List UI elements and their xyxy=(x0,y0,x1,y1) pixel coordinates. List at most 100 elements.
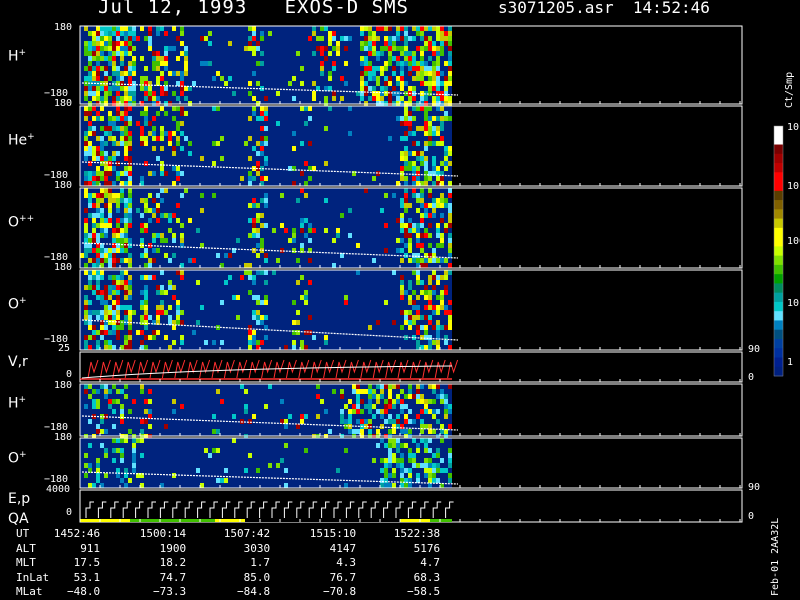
spectro-cell xyxy=(96,478,100,483)
spectro-cell xyxy=(368,46,372,51)
spectro-cell xyxy=(396,31,400,36)
spectro-cell xyxy=(120,31,124,36)
spectro-cell xyxy=(128,325,132,330)
spectro-cell xyxy=(104,41,108,46)
spectro-cell xyxy=(152,56,156,61)
ytick-top: 180 xyxy=(54,22,73,33)
spectro-cell xyxy=(128,131,132,136)
spectro-cell xyxy=(84,146,88,151)
spectro-cell xyxy=(448,71,452,76)
spectro-cell xyxy=(100,26,104,31)
spectro-cell xyxy=(428,116,432,121)
spectro-cell xyxy=(444,223,448,228)
spectro-cell xyxy=(88,345,92,350)
spectro-cell xyxy=(384,91,388,96)
spectro-cell xyxy=(440,81,444,86)
spectro-cell xyxy=(424,345,428,350)
spectro-cell xyxy=(420,263,424,268)
spectro-cell xyxy=(412,66,416,71)
spectro-cell xyxy=(428,320,432,325)
spectro-cell xyxy=(148,193,152,198)
spectro-cell xyxy=(416,176,420,181)
spectro-cell xyxy=(280,399,284,404)
spectro-cell xyxy=(444,275,448,280)
spectro-cell xyxy=(408,111,412,116)
spectro-cell xyxy=(104,448,108,453)
spectro-cell xyxy=(332,36,336,41)
spectro-cell xyxy=(420,203,424,208)
spectro-cell xyxy=(304,161,308,166)
spectro-cell xyxy=(436,275,440,280)
spectro-cell xyxy=(264,106,268,111)
spectro-cell xyxy=(128,335,132,340)
colorbar-unit: Ct/Smp xyxy=(784,71,795,108)
spectro-cell xyxy=(112,325,116,330)
spectro-cell xyxy=(248,345,252,350)
spectro-cell xyxy=(260,320,264,325)
spectro-cell xyxy=(244,263,248,268)
spectro-cell xyxy=(104,310,108,315)
spectro-cell xyxy=(132,453,136,458)
spectro-cell xyxy=(120,86,124,91)
spectro-cell xyxy=(252,176,256,181)
spectro-cell xyxy=(156,51,160,56)
spectro-cell xyxy=(448,26,452,31)
spectro-cell xyxy=(420,463,424,468)
spectro-cell xyxy=(428,300,432,305)
spectro-cell xyxy=(92,330,96,335)
spectro-cell xyxy=(96,96,100,101)
spectro-cell xyxy=(152,96,156,101)
spectro-cell xyxy=(440,176,444,181)
spectro-cell xyxy=(144,335,148,340)
spectro-cell xyxy=(244,389,248,394)
spectro-cell xyxy=(260,340,264,345)
spectro-cell xyxy=(144,325,148,330)
spectro-cell xyxy=(448,458,452,463)
spectro-cell xyxy=(84,41,88,46)
spectro-cell xyxy=(148,41,152,46)
spectro-cell xyxy=(104,31,108,36)
spectro-cell xyxy=(348,429,352,434)
spectro-cell xyxy=(344,36,348,41)
spectro-cell xyxy=(116,285,120,290)
spectro-cell xyxy=(132,448,136,453)
spectro-cell xyxy=(96,51,100,56)
spectro-cell xyxy=(128,91,132,96)
spectro-cell xyxy=(128,478,132,483)
spectro-cell xyxy=(144,91,148,96)
spectro-cell xyxy=(160,171,164,176)
spectro-cell xyxy=(356,399,360,404)
spectro-cell xyxy=(380,424,384,429)
spectro-cell xyxy=(424,106,428,111)
spectro-cell xyxy=(112,310,116,315)
spectro-cell xyxy=(384,483,388,488)
spectro-cell xyxy=(420,26,424,31)
spectro-cell xyxy=(84,463,88,468)
spectro-cell xyxy=(336,41,340,46)
spectro-cell xyxy=(364,61,368,66)
spectro-cell xyxy=(108,46,112,51)
spectro-cell xyxy=(368,26,372,31)
spectro-cell xyxy=(360,86,364,91)
spectro-cell xyxy=(372,66,376,71)
spectro-cell xyxy=(88,111,92,116)
spectro-cell xyxy=(308,238,312,243)
spectro-cell xyxy=(436,81,440,86)
spectro-cell xyxy=(424,146,428,151)
spectro-cell xyxy=(132,399,136,404)
spectro-cell xyxy=(148,31,152,36)
spectro-cell xyxy=(192,330,196,335)
spectro-cell xyxy=(428,448,432,453)
spectro-cell xyxy=(112,56,116,61)
spectro-cell xyxy=(84,295,88,300)
spectro-cell xyxy=(392,468,396,473)
spectro-cell xyxy=(420,233,424,238)
spectro-cell xyxy=(216,106,220,111)
spectro-cell xyxy=(168,218,172,223)
colorbar-swatch xyxy=(774,357,783,368)
spectro-cell xyxy=(112,136,116,141)
spectro-cell xyxy=(180,404,184,409)
spectro-cell xyxy=(220,263,224,268)
spectro-cell xyxy=(108,340,112,345)
spectro-cell xyxy=(340,36,344,41)
